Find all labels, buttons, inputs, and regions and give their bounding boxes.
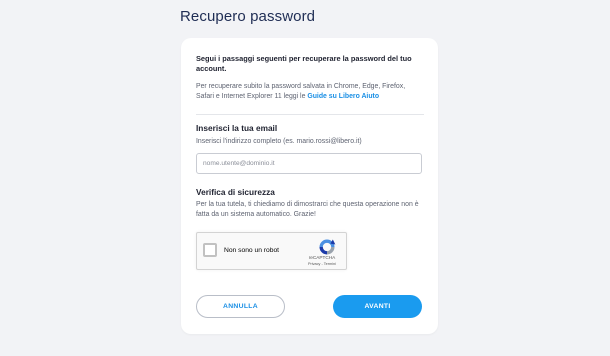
cancel-button[interactable]: ANNULLA (196, 295, 285, 318)
email-section-title: Inserisci la tua email (196, 123, 278, 133)
next-button[interactable]: AVANTI (333, 295, 422, 318)
section-divider (196, 114, 424, 115)
page-title: Recupero password (180, 8, 316, 25)
intro-heading: Segui i passaggi seguenti per recuperare… (196, 54, 412, 73)
recaptcha-privacy-terms[interactable]: Privacy - Termini (298, 262, 346, 266)
help-guides-link[interactable]: Guide su Libero Aiuto (307, 93, 379, 100)
recaptcha-label: Non sono un robot (224, 247, 280, 254)
email-hint: Inserisci l'indirizzo completo (es. mari… (196, 138, 362, 145)
recaptcha-logo-icon (319, 239, 336, 255)
recaptcha-widget: Non sono un robot reCAPTCHA Privacy - Te… (196, 232, 347, 270)
password-recovery-card: Segui i passaggi seguenti per recuperare… (181, 38, 438, 334)
security-section-title: Verifica di sicurezza (196, 187, 275, 197)
recaptcha-checkbox[interactable] (203, 243, 217, 257)
security-text: Per la tua tutela, ti chiediamo di dimos… (196, 201, 419, 218)
email-input[interactable] (196, 153, 422, 174)
recaptcha-brand: reCAPTCHA (308, 255, 336, 260)
intro-text: Per recuperare subito la password salvat… (196, 82, 424, 102)
